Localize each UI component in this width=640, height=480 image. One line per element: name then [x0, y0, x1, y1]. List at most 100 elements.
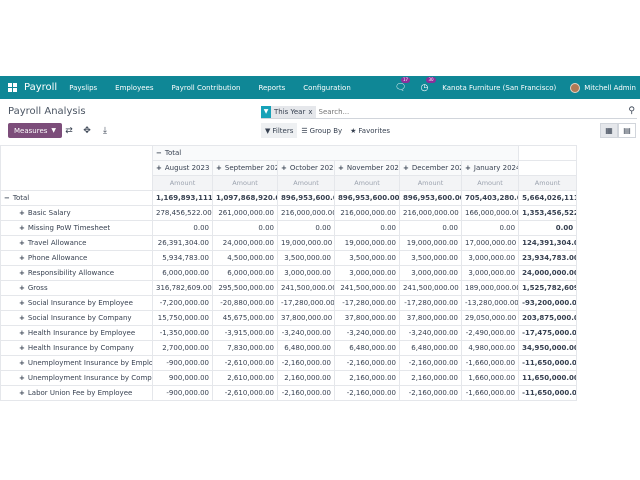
table-cell[interactable]: -2,160,000.00 — [277, 385, 335, 401]
menu-reports[interactable]: Reports — [258, 84, 285, 92]
download-button[interactable]: ⤓ — [97, 123, 113, 138]
row-header[interactable]: + Unemployment Insurance by Company — [0, 370, 153, 386]
measure-header[interactable]: Amount — [460, 175, 520, 191]
table-cell[interactable]: 37,800,000.00 — [334, 310, 400, 326]
table-cell[interactable]: 278,456,522.00 — [152, 205, 213, 221]
table-cell[interactable]: 34,950,000.00 — [518, 340, 578, 356]
table-cell[interactable]: 24,000,000.00 — [518, 265, 578, 281]
table-cell[interactable]: 0.00 — [460, 220, 520, 236]
table-cell[interactable]: 2,160,000.00 — [334, 370, 400, 386]
table-cell[interactable]: 3,500,000.00 — [277, 250, 335, 266]
table-cell[interactable]: 3,000,000.00 — [277, 265, 335, 281]
table-cell[interactable]: 2,610,000.00 — [212, 370, 278, 386]
table-cell[interactable]: 23,934,783.00 — [518, 250, 578, 266]
table-cell[interactable]: 3,000,000.00 — [460, 250, 520, 266]
table-cell[interactable]: 3,000,000.00 — [460, 265, 520, 281]
table-cell[interactable]: 2,160,000.00 — [399, 370, 462, 386]
table-cell[interactable]: 26,391,304.00 — [152, 235, 213, 251]
table-cell[interactable]: 3,500,000.00 — [334, 250, 400, 266]
messages-button[interactable]: 🗨 17 — [395, 76, 411, 93]
activities-button[interactable]: ◷ 30 — [420, 76, 436, 93]
table-cell[interactable]: -11,650,000.00 — [518, 385, 578, 401]
table-cell[interactable]: 37,800,000.00 — [277, 310, 335, 326]
table-cell[interactable]: 0.00 — [152, 220, 213, 236]
search-icon[interactable]: ⚲ — [628, 106, 635, 116]
table-cell[interactable]: 15,750,000.00 — [152, 310, 213, 326]
row-header[interactable]: + Basic Salary — [0, 205, 153, 221]
row-header[interactable]: + Health Insurance by Employee — [0, 325, 153, 341]
measure-header[interactable]: Amount — [277, 175, 335, 191]
measures-button[interactable]: Measures ▼ — [8, 123, 63, 138]
row-header-total[interactable]: − Total — [0, 190, 153, 206]
table-cell[interactable]: 5,664,026,111.00 — [518, 190, 578, 206]
measure-header[interactable]: Amount — [212, 175, 278, 191]
table-cell[interactable]: 0.00 — [334, 220, 400, 236]
table-cell[interactable]: -2,610,000.00 — [212, 385, 278, 401]
table-cell[interactable]: 19,000,000.00 — [399, 235, 462, 251]
table-cell[interactable]: 124,391,304.00 — [518, 235, 578, 251]
table-cell[interactable]: 216,000,000.00 — [399, 205, 462, 221]
table-cell[interactable]: -17,280,000.00 — [399, 295, 462, 311]
row-header[interactable]: + Phone Allowance — [0, 250, 153, 266]
table-cell[interactable]: -2,160,000.00 — [277, 355, 335, 371]
col-header-month[interactable]: +December 2023 — [399, 160, 462, 176]
table-cell[interactable]: 203,875,000.00 — [518, 310, 578, 326]
table-cell[interactable]: 189,000,000.00 — [460, 280, 520, 296]
measure-header[interactable]: Amount — [399, 175, 462, 191]
table-cell[interactable]: -7,200,000.00 — [152, 295, 213, 311]
col-header-month[interactable]: + October 2023 — [277, 160, 335, 176]
table-cell[interactable]: -3,240,000.00 — [399, 325, 462, 341]
search-input[interactable] — [318, 107, 599, 116]
table-cell[interactable]: 241,500,000.00 — [334, 280, 400, 296]
table-cell[interactable]: 4,980,000.00 — [460, 340, 520, 356]
table-cell[interactable]: 216,000,000.00 — [277, 205, 335, 221]
table-cell[interactable]: 2,700,000.00 — [152, 340, 213, 356]
table-cell[interactable]: -2,160,000.00 — [334, 355, 400, 371]
table-cell[interactable]: 1,097,868,920.00 — [212, 190, 278, 206]
table-cell[interactable]: 1,353,456,522.00 — [518, 205, 578, 221]
row-header[interactable]: + Labor Union Fee by Employee — [0, 385, 153, 401]
table-cell[interactable]: 0.00 — [277, 220, 335, 236]
table-cell[interactable]: -2,490,000.00 — [460, 325, 520, 341]
table-cell[interactable]: 6,000,000.00 — [152, 265, 213, 281]
table-cell[interactable]: -900,000.00 — [152, 385, 213, 401]
row-header[interactable]: + Unemployment Insurance by Employee — [0, 355, 153, 371]
table-cell[interactable]: 45,675,000.00 — [212, 310, 278, 326]
table-cell[interactable]: -3,240,000.00 — [334, 325, 400, 341]
table-cell[interactable]: 3,500,000.00 — [399, 250, 462, 266]
table-cell[interactable]: 261,000,000.00 — [212, 205, 278, 221]
col-header-month[interactable]: + August 2023 — [152, 160, 213, 176]
table-cell[interactable]: 5,934,783.00 — [152, 250, 213, 266]
favorites-button[interactable]: ★ Favorites — [346, 123, 394, 138]
table-cell[interactable]: 241,500,000.00 — [399, 280, 462, 296]
table-cell[interactable]: 4,500,000.00 — [212, 250, 278, 266]
table-cell[interactable]: -11,650,000.00 — [518, 355, 578, 371]
table-cell[interactable]: -20,880,000.00 — [212, 295, 278, 311]
row-header[interactable]: + Social Insurance by Employee — [0, 295, 153, 311]
table-cell[interactable]: 3,000,000.00 — [334, 265, 400, 281]
table-cell[interactable]: 316,782,609.00 — [152, 280, 213, 296]
table-cell[interactable]: 6,480,000.00 — [334, 340, 400, 356]
table-cell[interactable]: 29,050,000.00 — [460, 310, 520, 326]
table-cell[interactable]: 1,525,782,609.00 — [518, 280, 578, 296]
menu-payslips[interactable]: Payslips — [69, 84, 97, 92]
table-cell[interactable]: 2,160,000.00 — [277, 370, 335, 386]
table-cell[interactable]: 7,830,000.00 — [212, 340, 278, 356]
menu-employees[interactable]: Employees — [115, 84, 153, 92]
table-cell[interactable]: -3,915,000.00 — [212, 325, 278, 341]
table-cell[interactable]: -17,475,000.00 — [518, 325, 578, 341]
avatar[interactable] — [570, 82, 581, 93]
table-cell[interactable]: 24,000,000.00 — [212, 235, 278, 251]
row-header[interactable]: + Responsibility Allowance — [0, 265, 153, 281]
table-cell[interactable]: -900,000.00 — [152, 355, 213, 371]
table-cell[interactable]: 295,500,000.00 — [212, 280, 278, 296]
menu-payroll-contribution[interactable]: Payroll Contribution — [172, 84, 241, 92]
user-menu[interactable]: Mitchell Admin — [584, 84, 636, 92]
row-header[interactable]: + Gross — [0, 280, 153, 296]
table-cell[interactable]: 6,480,000.00 — [399, 340, 462, 356]
table-cell[interactable]: 1,169,893,111.00 — [152, 190, 213, 206]
graph-view-button[interactable]: ▤ — [618, 123, 636, 138]
measure-header[interactable]: Amount — [518, 175, 578, 191]
measure-header[interactable]: Amount — [152, 175, 213, 191]
apps-menu-icon[interactable] — [8, 83, 17, 92]
